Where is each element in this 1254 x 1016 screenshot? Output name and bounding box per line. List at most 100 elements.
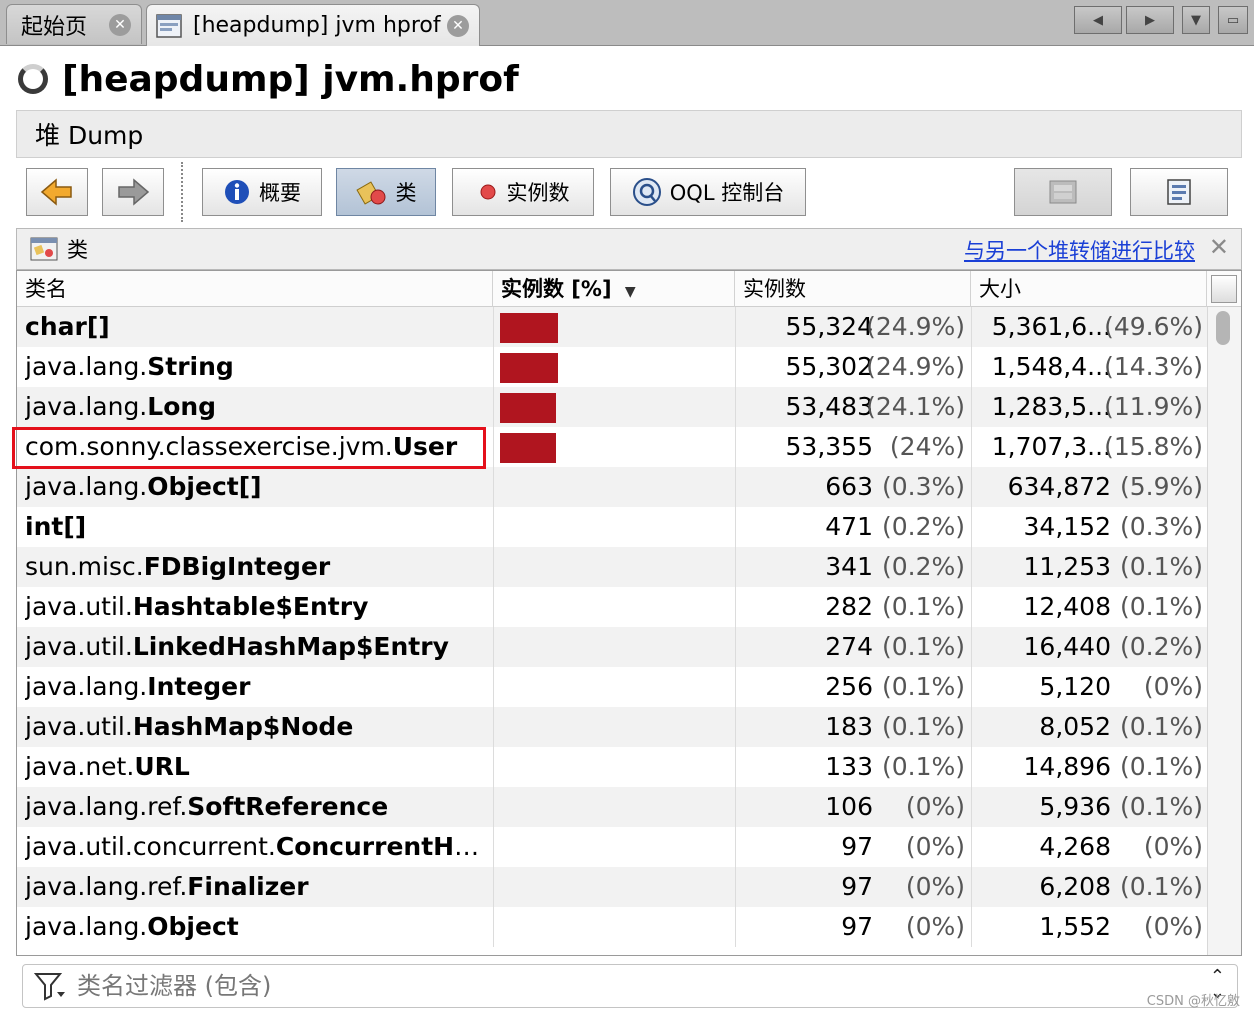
toolbar: 概要 类 实例数 OQL 控制台 [16,158,1242,226]
class-simple-name: URL [134,752,190,781]
dropdown-icon[interactable]: ▼ [1182,6,1210,34]
tab-heapdump[interactable]: [heapdump] jvm hprof ✕ [146,4,480,46]
instances-bar [500,433,556,463]
instances-count: 133 [825,752,873,781]
back-button[interactable] [26,168,88,216]
sort-desc-icon: ▼ [624,284,636,300]
section-header: 堆 Dump [16,110,1242,158]
panel-title: 类 [67,238,88,262]
oql-console-button[interactable]: OQL 控制台 [610,168,806,216]
summary-button[interactable]: 概要 [202,168,322,216]
table-row[interactable]: java.lang.Integer 256 (0.1%) 5,120 (0%) [17,667,1207,707]
vertical-scrollbar[interactable] [1207,307,1241,955]
size-cell: 5,361,6... (49.6%) [971,307,1207,347]
table-row[interactable]: java.lang.ref.Finalizer 97 (0%) 6,208 (0.1%) [17,867,1207,907]
package-name: sun.misc. [25,552,144,581]
instances-cell: 663 (0.3%) [735,467,969,507]
instances-bar-cell [493,907,733,947]
classes-button[interactable]: 类 [336,168,436,216]
table-row[interactable]: java.lang.Long 53,483 (24.1%) 1,283,5... (11… [17,387,1207,427]
save-snapshot-button[interactable] [1014,168,1112,216]
header-size[interactable]: 大小 [971,271,1207,307]
column-picker-icon[interactable] [1211,275,1237,303]
table-row[interactable]: java.util.concurrent.ConcurrentHa... 97 (0… [17,827,1207,867]
size-cell: 8,052 (0.1%) [971,707,1207,747]
instances-count: 53,355 [785,432,873,461]
instances-percent: (0.2%) [881,512,965,541]
instances-percent: (0.3%) [881,472,965,501]
table-row[interactable]: char[] 55,324 (24.9%) 5,361,6... (49.6%) [17,307,1207,347]
scroll-right-icon[interactable]: ▶ [1126,6,1174,34]
size-value: 14,896 [1023,752,1111,781]
table-row[interactable]: java.util.HashMap$Node 183 (0.1%) 8,052 (0.1… [17,707,1207,747]
size-cell: 12,408 (0.1%) [971,587,1207,627]
package-name: java.lang. [25,352,148,381]
size-percent: (0%) [1143,912,1203,941]
info-icon [225,180,249,204]
size-value: 34,152 [1023,512,1111,541]
forward-button[interactable] [102,168,164,216]
summary-label: 概要 [259,181,301,205]
header-class-name[interactable]: 类名 [17,271,493,307]
instances-bar-cell [493,667,733,707]
instances-count: 97 [841,832,873,861]
close-icon[interactable]: ✕ [1209,233,1229,261]
header-instances[interactable]: 实例数 [735,271,971,307]
size-cell: 6,208 (0.1%) [971,867,1207,907]
instances-cell: 133 (0.1%) [735,747,969,787]
table-row[interactable]: int[] 471 (0.2%) 34,152 (0.3%) [17,507,1207,547]
class-filter-bar: ⌃⌄ [22,964,1238,1008]
table-row[interactable]: java.util.LinkedHashMap$Entry 274 (0.1%) 16… [17,627,1207,667]
close-icon[interactable]: ✕ [109,13,131,36]
class-filter-input[interactable] [77,972,1157,1000]
maximize-icon[interactable]: ▭ [1218,6,1248,34]
filter-icon[interactable] [33,970,67,1002]
size-percent: (15.8%) [1104,432,1203,461]
class-name-cell: java.lang.Long [25,387,491,427]
instances-bar [500,313,558,343]
classes-view-icon [30,237,58,261]
instances-bar-cell [493,507,733,547]
classes-icon [355,181,385,205]
instances-cell: 274 (0.1%) [735,627,969,667]
export-button[interactable] [1130,168,1228,216]
instances-label: 实例数 [506,181,570,205]
instances-percent: (0.1%) [881,712,965,741]
instances-bar-cell [493,427,733,467]
classes-panel-header: 类 与另一个堆转储进行比较 ✕ [16,228,1242,270]
table-row[interactable]: java.lang.ref.SoftReference 106 (0%) 5,936 (… [17,787,1207,827]
class-name-cell: sun.misc.FDBigInteger [25,547,491,587]
package-name: java.util.concurrent. [25,832,276,861]
size-value: 5,120 [1039,672,1111,701]
close-icon[interactable]: ✕ [447,14,469,37]
header-instances-pct[interactable]: 实例数 [%] ▼ [493,271,735,307]
class-name-cell: int[] [25,507,491,547]
table-row[interactable]: sun.misc.FDBigInteger 341 (0.2%) 11,253 (0.1… [17,547,1207,587]
instances-button[interactable]: 实例数 [452,168,594,216]
table-row[interactable]: java.net.URL 133 (0.1%) 14,896 (0.1%) [17,747,1207,787]
size-cell: 16,440 (0.2%) [971,627,1207,667]
size-value: 6,208 [1039,872,1111,901]
instances-percent: (0%) [905,792,965,821]
arrow-left-icon [40,178,72,206]
table-row[interactable]: com.sonny.classexercise.jvm.User 53,355 (2… [17,427,1207,467]
size-cell: 4,268 (0%) [971,827,1207,867]
package-name: java.util. [25,592,133,621]
table-row[interactable]: java.lang.Object 97 (0%) 1,552 (0%) [17,907,1207,947]
compare-heap-link[interactable]: 与另一个堆转储进行比较 [964,235,1195,265]
scrollbar-thumb[interactable] [1216,311,1230,345]
class-simple-name: Long [147,392,217,421]
table-row[interactable]: java.lang.Object[] 663 (0.3%) 634,872 (5.9%) [17,467,1207,507]
table-row[interactable]: java.lang.String 55,302 (24.9%) 1,548,4...(… [17,347,1207,387]
size-cell: 1,548,4... (14.3%) [971,347,1207,387]
package-name: com.sonny.classexercise.jvm. [25,432,393,461]
table-row[interactable]: java.util.Hashtable$Entry 282 (0.1%) 12,408… [17,587,1207,627]
size-value: 1,552 [1039,912,1111,941]
size-cell: 11,253 (0.1%) [971,547,1207,587]
class-simple-name: Hashtable$Entry [132,592,369,621]
scroll-left-icon[interactable]: ◀ [1074,6,1122,34]
instances-bar-cell [493,867,733,907]
instances-cell: 256 (0.1%) [735,667,969,707]
instances-count: 55,324 [785,312,873,341]
tab-start-page[interactable]: 起始页 ✕ [6,4,142,44]
